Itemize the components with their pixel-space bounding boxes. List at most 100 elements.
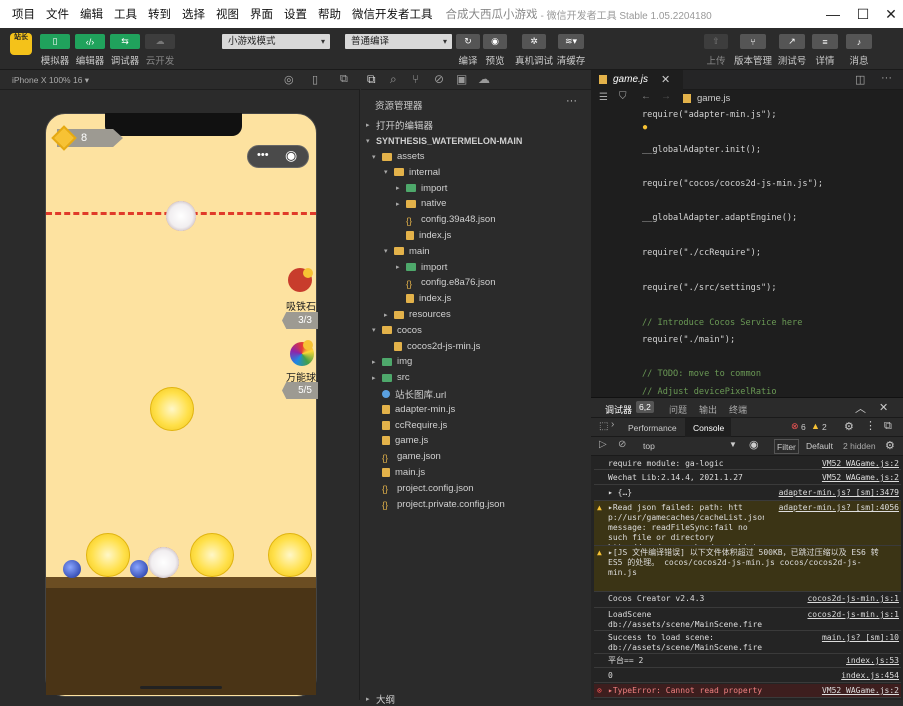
compile-select[interactable]: 普通编译 ▾ [345,34,452,49]
code-line[interactable]: require("./ccRequire"); [642,248,761,258]
tree-item[interactable]: ▸ resources [384,307,451,322]
menu-item-settings[interactable]: 设置 [278,6,312,22]
menu-item-edit[interactable]: 编辑 [74,6,108,22]
details-button[interactable]: ≡ [812,34,838,49]
console-message[interactable]: ▸[JS 文件编译错误] 以下文件体积超过 500KB，已跳过压缩以及 ES6 … [594,546,901,592]
level-select[interactable]: Default [806,441,833,451]
tree-item[interactable]: main.js [372,465,425,480]
preview-button[interactable]: ◉ [483,34,507,49]
console-message[interactable]: Success to load scene: db://assets/scene… [594,631,901,654]
undock-icon[interactable]: ⧉ [884,420,892,433]
bookmark-icon[interactable]: ⛉ [619,91,627,102]
popout-icon[interactable]: ⧉ [340,73,348,86]
tree-item[interactable]: ▸ import [396,181,447,196]
search-icon[interactable]: ⌕ [390,72,397,87]
debugger-toggle-button[interactable]: ⇆ [110,34,140,49]
tree-item[interactable]: ▾ assets [372,149,424,164]
console-message[interactable]: ▸TypeError: Cannot read property ⊗ VM52 WA… [594,684,901,698]
source-link[interactable]: index.js:53 [846,656,899,665]
sidebar-icon[interactable]: ▷ [599,439,607,450]
more-icon[interactable]: ··· [566,95,577,107]
record-icon[interactable]: ◎ [284,73,294,86]
tree-item[interactable]: index.js [396,228,451,243]
menu-item-goto[interactable]: 转到 [142,6,176,22]
tree-item[interactable]: adapter-min.js [372,402,455,417]
menu-item-select[interactable]: 选择 [176,6,210,22]
extensions-icon[interactable]: ▣ [456,72,467,86]
forward-arrow-icon[interactable]: → [661,91,671,102]
source-link[interactable]: main.js? [sm]:10 [822,633,899,642]
console-message[interactable]: 0 index.js:454 [594,669,901,683]
filter-input[interactable]: Filter [774,439,799,454]
avatar[interactable]: 站长 [10,33,32,55]
close-window-button[interactable]: ✕ [881,4,901,24]
test-account-button[interactable]: ↗ [779,34,805,49]
gear-icon[interactable]: ⚙ [844,420,854,433]
code-line[interactable]: require("./main"); [642,335,735,345]
tree-item[interactable]: ▸ native [396,196,446,211]
version-button[interactable]: ⑂ [740,34,766,49]
tab-performance[interactable]: Performance [628,423,677,433]
project-section[interactable]: ▾ SYNTHESIS_WATERMELON-MAIN [366,133,522,148]
code-line[interactable]: __globalAdapter.adaptEngine(); [642,213,797,223]
console-message[interactable]: Wechat Lib:2.14.4, 2021.1.27 16:35:10 VM5… [594,471,901,485]
tree-item[interactable]: {} config.39a48.json [396,212,495,227]
tree-item[interactable]: {} game.json [372,449,441,464]
code-line[interactable]: // Introduce Cocos Service here [642,318,802,328]
tree-item[interactable]: {} config.e8a76.json [396,275,495,290]
code-line[interactable]: __globalAdapter.init(); [642,145,761,155]
menu-item-file[interactable]: 文件 [40,6,74,22]
tree-item[interactable]: ▾ main [384,244,430,259]
code-line[interactable]: // Adjust devicePixelRatio [642,387,777,397]
tab-debugger[interactable]: 调试器 [605,403,632,416]
minimize-button[interactable]: — [823,4,843,24]
code-line[interactable]: require("./src/settings"); [642,283,777,293]
split-editor-icon[interactable]: ◫ [855,73,865,86]
context-select[interactable]: top [643,441,655,451]
cloud-dev-button[interactable]: ☁ [145,34,175,49]
tree-item[interactable]: {} project.config.json [372,481,474,496]
tree-item[interactable]: index.js [396,291,451,306]
close-tab-icon[interactable]: ✕ [661,73,670,86]
tree-item[interactable]: 站长图库.url [372,386,446,401]
tree-item[interactable]: ▸ import [396,260,447,275]
code-line[interactable]: require("cocos/cocos2d-js-min.js"); [642,179,823,189]
console-message[interactable]: ▸ {…} adapter-min.js? [sm]:3479 [594,486,901,501]
tree-item[interactable]: game.js [372,433,428,448]
device-debug-button[interactable]: ✲ [522,34,546,49]
gear-icon[interactable]: ⚙ [885,439,895,452]
more-icon[interactable]: ••• [257,149,269,161]
outline-section[interactable]: ▸ 大纲 [366,691,395,706]
messages-button[interactable]: ♪ [846,34,872,49]
menu-item-help[interactable]: 帮助 [312,6,346,22]
menu-item-view[interactable]: 视图 [210,6,244,22]
source-link[interactable]: VM52 WAGame.js:2 [822,459,899,468]
mode-select[interactable]: 小游戏模式 ▾ [222,34,330,49]
menu-item-wechat-devtools[interactable]: 微信开发者工具 [346,6,438,22]
console-message[interactable]: require module: ga-logic VM52 WAGame.js:2 [594,457,901,470]
tab-problems[interactable]: 问题 [669,403,687,416]
tab-output[interactable]: 输出 [699,403,717,416]
device-select[interactable]: iPhone X 100% 16 ▾ [12,75,89,86]
upload-button[interactable]: ⇧ [704,34,728,49]
files-icon[interactable]: ⧉ [367,72,376,87]
inspect-icon[interactable]: ⬚ [599,421,608,432]
tab-console[interactable]: Console [685,418,731,437]
console-message[interactable]: 平台== 2 index.js:53 [594,654,901,668]
more-icon[interactable]: ··· [881,72,892,84]
menu-item-interface[interactable]: 界面 [244,6,278,22]
console-message[interactable]: LoadScene db://assets/scene/MainScene.fi… [594,608,901,631]
source-link[interactable]: index.js:454 [841,671,899,680]
tree-item[interactable]: {} project.private.config.json [372,497,505,512]
close-game-icon[interactable]: ◉ [285,147,297,164]
menu-item-tools[interactable]: 工具 [108,6,142,22]
source-link[interactable]: cocos2d-js-min.js:1 [807,610,899,619]
open-editors-section[interactable]: ▸ 打开的编辑器 [366,117,433,132]
close-panel-icon[interactable]: ✕ [879,401,888,414]
source-link[interactable]: VM52 WAGame.js:2 [822,686,899,695]
source-link[interactable]: adapter-min.js? [sm]:4056 [779,503,899,512]
lightbulb-icon[interactable]: ● [642,122,648,133]
cloud-icon[interactable]: ☁ [478,72,490,86]
maximize-button[interactable]: ☐ [853,4,873,24]
compile-button[interactable]: ↻ [456,34,480,49]
